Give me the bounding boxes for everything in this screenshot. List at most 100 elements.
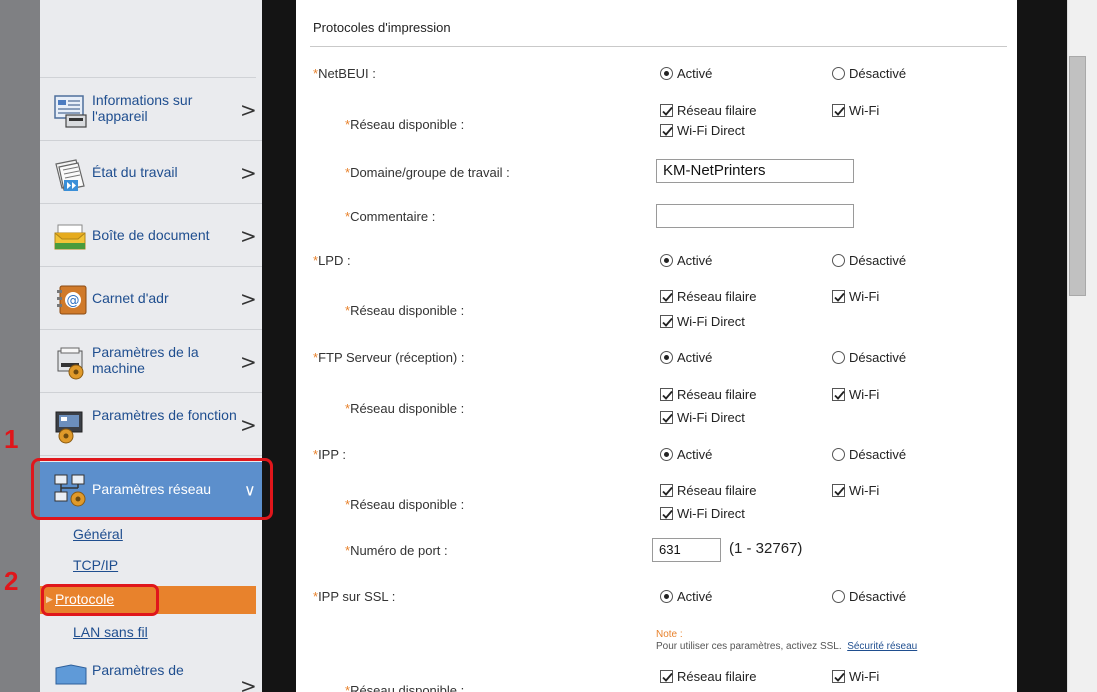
chevron-right-icon: > xyxy=(240,349,257,374)
netbeui-off-radio[interactable]: Désactivé xyxy=(832,66,906,81)
radio-label: Activé xyxy=(677,253,713,268)
function-settings-icon xyxy=(52,408,90,444)
checkmark-icon[interactable] xyxy=(660,670,673,683)
radio-selected[interactable] xyxy=(660,351,673,364)
comment-label: *Commentaire : xyxy=(345,209,435,224)
comment-input[interactable] xyxy=(656,204,854,228)
checkmark-icon[interactable] xyxy=(832,484,845,497)
ipp-ssl-on-radio[interactable]: Activé xyxy=(660,589,712,604)
radio-unselected[interactable] xyxy=(832,590,845,603)
sidebar-item-document-box[interactable]: Boîte de document > xyxy=(40,205,262,267)
radio-selected[interactable] xyxy=(660,590,673,603)
radio-label: Désactivé xyxy=(849,589,907,604)
lpd-off-radio[interactable]: Désactivé xyxy=(832,253,906,268)
checkmark-icon[interactable] xyxy=(660,290,673,303)
sidebar-item-address-book[interactable]: @ Carnet d'adr > xyxy=(40,268,262,330)
checkmark-icon[interactable] xyxy=(832,104,845,117)
checkbox-label: Wi-Fi Direct xyxy=(677,506,745,521)
label-text: LPD : xyxy=(318,253,351,268)
ipp-ssl-wired-checkbox[interactable]: Réseau filaire xyxy=(660,669,757,684)
checkmark-icon[interactable] xyxy=(832,670,845,683)
radio-selected[interactable] xyxy=(660,448,673,461)
radio-unselected[interactable] xyxy=(832,67,845,80)
callout-box-protocol xyxy=(41,584,159,616)
ipp-wifi-direct-checkbox[interactable]: Wi-Fi Direct xyxy=(660,506,745,521)
subitem-general[interactable]: Général xyxy=(73,526,123,542)
checkbox-label: Wi-Fi Direct xyxy=(677,314,745,329)
netbeui-on-radio[interactable]: Activé xyxy=(660,66,712,81)
chevron-right-icon: > xyxy=(240,97,257,122)
sidebar-item-function-settings[interactable]: Paramètres de fonction > xyxy=(40,394,262,456)
ipp-wired-checkbox[interactable]: Réseau filaire xyxy=(660,483,757,498)
checkmark-icon[interactable] xyxy=(660,484,673,497)
sidebar-item-label: Carnet d'adr xyxy=(92,290,169,306)
ipp-network-label: *Réseau disponible : xyxy=(345,497,464,512)
network-security-link[interactable]: Sécurité réseau xyxy=(847,641,917,652)
ftp-network-label: *Réseau disponible : xyxy=(345,401,464,416)
lpd-wired-checkbox[interactable]: Réseau filaire xyxy=(660,289,757,304)
lpd-label: *LPD : xyxy=(313,253,351,268)
subitem-tcpip[interactable]: TCP/IP xyxy=(73,557,118,573)
lpd-wifi-checkbox[interactable]: Wi-Fi xyxy=(832,289,879,304)
sidebar-item-label: Informations sur l'appareil xyxy=(92,92,193,124)
sidebar-item-device-info[interactable]: Informations sur l'appareil > xyxy=(40,79,262,141)
netbeui-wifi-direct-checkbox[interactable]: Wi-Fi Direct xyxy=(660,123,745,138)
netbeui-wired-checkbox[interactable]: Réseau filaire xyxy=(660,103,757,118)
radio-unselected[interactable] xyxy=(832,351,845,364)
checkbox-label: Wi-Fi xyxy=(849,387,880,402)
ipp-ssl-wifi-checkbox[interactable]: Wi-Fi xyxy=(832,669,879,684)
step-number-1: 1 xyxy=(4,424,19,454)
checkbox-label: Réseau filaire xyxy=(677,289,757,304)
checkmark-icon[interactable] xyxy=(660,315,673,328)
radio-label: Désactivé xyxy=(849,66,907,81)
section-divider xyxy=(310,46,1007,47)
device-info-icon xyxy=(52,93,90,129)
checkmark-icon[interactable] xyxy=(832,388,845,401)
note-body: Pour utiliser ces paramètres, activez SS… xyxy=(656,641,917,653)
checkmark-icon[interactable] xyxy=(660,411,673,424)
checkmark-icon[interactable] xyxy=(832,290,845,303)
label-text: Domaine/groupe de travail : xyxy=(350,165,510,180)
checkmark-icon[interactable] xyxy=(660,388,673,401)
radio-label: Désactivé xyxy=(849,253,907,268)
sidebar-item-label: Paramètres de xyxy=(92,662,184,678)
ftp-on-radio[interactable]: Activé xyxy=(660,350,712,365)
sidebar-item-security-settings[interactable]: Paramètres de > xyxy=(40,650,262,692)
ipp-on-radio[interactable]: Activé xyxy=(660,447,712,462)
step-number-2: 2 xyxy=(4,566,19,596)
lpd-on-radio[interactable]: Activé xyxy=(660,253,712,268)
ipp-ssl-off-radio[interactable]: Désactivé xyxy=(832,589,906,604)
checkmark-icon[interactable] xyxy=(660,124,673,137)
scrollbar-thumb[interactable] xyxy=(1069,56,1086,296)
lpd-wifi-direct-checkbox[interactable]: Wi-Fi Direct xyxy=(660,314,745,329)
workgroup-input[interactable]: KM-NetPrinters xyxy=(656,159,854,183)
ftp-off-radio[interactable]: Désactivé xyxy=(832,350,906,365)
radio-unselected[interactable] xyxy=(832,254,845,267)
ipp-off-radio[interactable]: Désactivé xyxy=(832,447,906,462)
checkmark-icon[interactable] xyxy=(660,507,673,520)
ftp-wifi-direct-checkbox[interactable]: Wi-Fi Direct xyxy=(660,410,745,425)
checkbox-label: Réseau filaire xyxy=(677,103,757,118)
address-book-icon: @ xyxy=(52,282,90,318)
sidebar-item-machine-settings[interactable]: Paramètres de la machine > xyxy=(40,331,262,393)
ftp-wired-checkbox[interactable]: Réseau filaire xyxy=(660,387,757,402)
label-text: IPP sur SSL : xyxy=(318,589,396,604)
netbeui-wifi-checkbox[interactable]: Wi-Fi xyxy=(832,103,879,118)
checkbox-label: Wi-Fi xyxy=(849,483,880,498)
port-number-input[interactable]: 631 xyxy=(652,538,721,562)
ipp-wifi-checkbox[interactable]: Wi-Fi xyxy=(832,483,879,498)
netbeui-network-label: *Réseau disponible : xyxy=(345,117,464,132)
ssl-note: Note : Pour utiliser ces paramètres, act… xyxy=(656,629,917,653)
document-box-icon xyxy=(52,219,90,255)
radio-unselected[interactable] xyxy=(832,448,845,461)
label-text: Réseau disponible : xyxy=(350,303,465,318)
checkbox-label: Réseau filaire xyxy=(677,387,757,402)
checkmark-icon[interactable] xyxy=(660,104,673,117)
note-heading: Note : xyxy=(656,629,683,640)
radio-label: Activé xyxy=(677,350,713,365)
radio-selected[interactable] xyxy=(660,67,673,80)
subitem-wireless-lan[interactable]: LAN sans fil xyxy=(73,624,148,640)
sidebar-item-job-status[interactable]: État du travail > xyxy=(40,142,262,204)
ftp-wifi-checkbox[interactable]: Wi-Fi xyxy=(832,387,879,402)
radio-selected[interactable] xyxy=(660,254,673,267)
